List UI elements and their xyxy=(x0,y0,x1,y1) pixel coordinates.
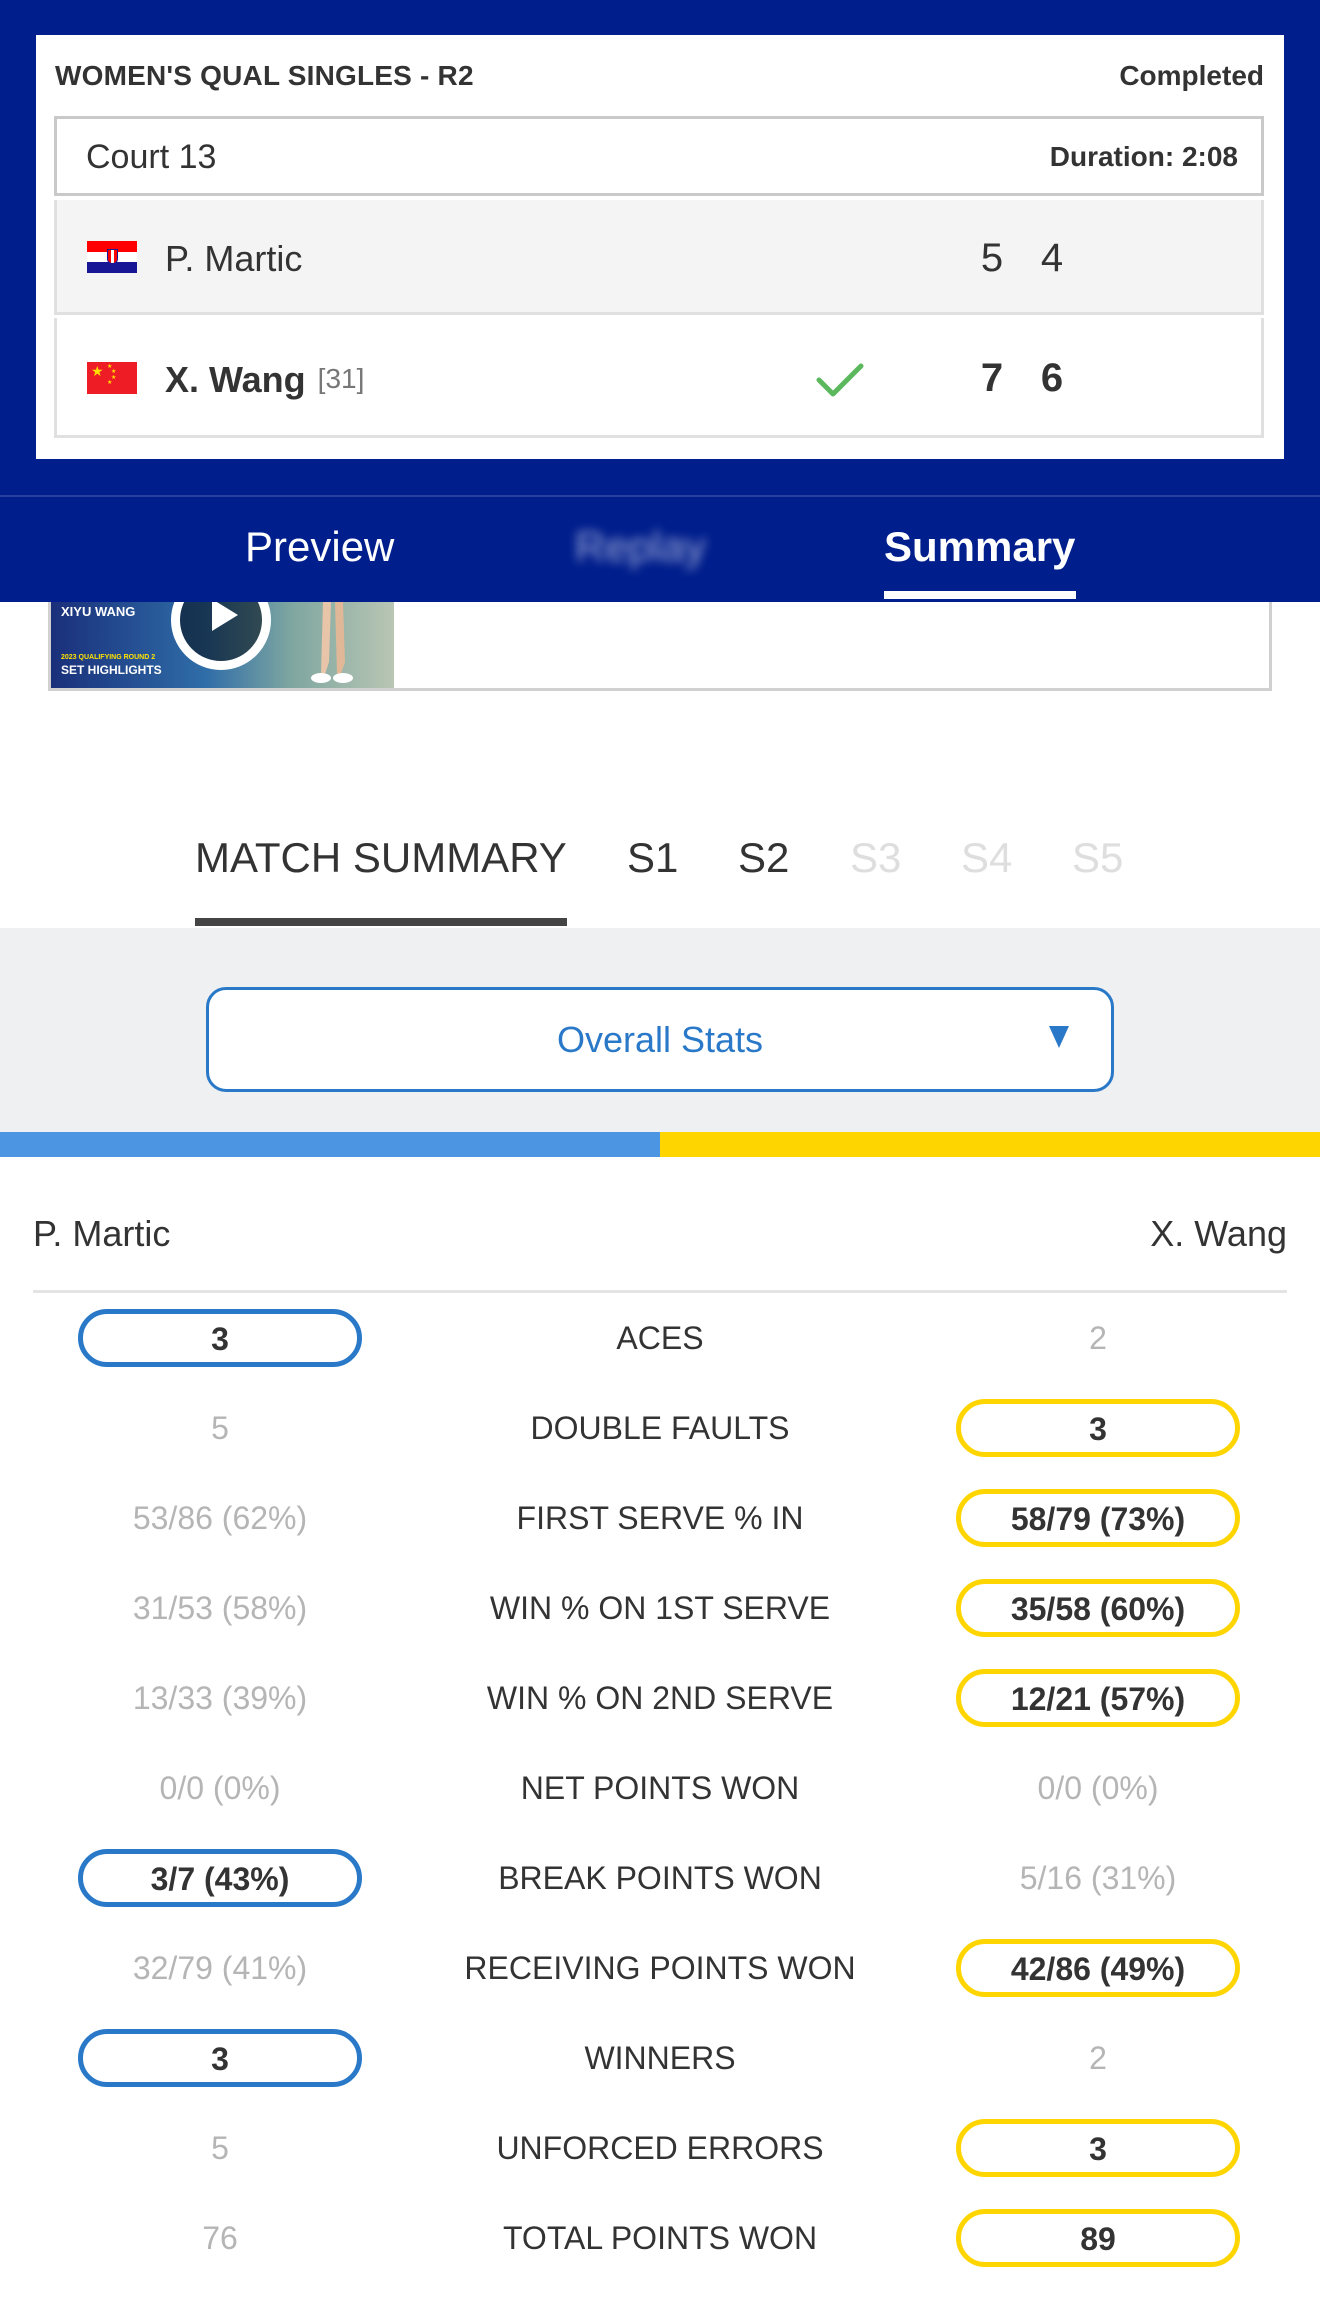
stat-label: ACES xyxy=(616,1320,704,1356)
tab-set-5: S5 xyxy=(1072,834,1124,881)
set-score: 5 xyxy=(980,236,1004,280)
video-highlight-card[interactable]: XIYU WANG 2023 QUALIFYING ROUND 2 SET HI… xyxy=(48,602,1272,691)
stat-row: 53/86 (62%) FIRST SERVE % IN 58/79 (73%) xyxy=(0,1473,1320,1563)
croatia-flag-icon xyxy=(87,241,137,273)
round-title: WOMEN'S QUAL SINGLES - R2 xyxy=(55,60,474,91)
stat-row: 32/79 (41%) RECEIVING POINTS WON 42/86 (49… xyxy=(0,1923,1320,2013)
stat-row: 3 WINNERS 2 xyxy=(0,2013,1320,2103)
stat-row: 5 DOUBLE FAULTS 3 xyxy=(0,1383,1320,1473)
stat-row: 76 TOTAL POINTS WON 89 xyxy=(0,2193,1320,2283)
scoreboard-card[interactable]: WOMEN'S QUAL SINGLES - R2 Completed Cour… xyxy=(36,35,1284,459)
stat-value-p1: 32/79 (41%) xyxy=(132,1950,308,1986)
court-name: Court 13 xyxy=(86,138,217,176)
stats-player1-name: P. Martic xyxy=(33,1213,171,1254)
tab-set-2[interactable]: S2 xyxy=(738,834,789,882)
stat-value-p1: 31/53 (58%) xyxy=(132,1590,308,1626)
stat-value-p2: 12/21 (57%) xyxy=(956,1669,1240,1727)
stat-value-p1: 76 xyxy=(202,2220,238,2256)
stat-value-p1: 5 xyxy=(211,2130,229,2166)
play-icon[interactable] xyxy=(171,602,271,670)
stat-label: TOTAL POINTS WON xyxy=(502,2220,818,2256)
stats-player2-name: X. Wang xyxy=(1150,1213,1287,1254)
stat-row: 13/33 (39%) WIN % ON 2ND SERVE 12/21 (57%) xyxy=(0,1653,1320,1743)
tab-set-4: S4 xyxy=(961,834,1013,881)
player-row-p2: ★ ★ ★ ★ ★ X. Wang [31] 7 6 xyxy=(54,318,1264,438)
stat-label: FIRST SERVE % IN xyxy=(516,1500,804,1536)
summary-set-tabs: MATCH SUMMARY S1 S2 S3 S4 S5 xyxy=(0,808,1320,928)
video-thumbnail[interactable]: XIYU WANG 2023 QUALIFYING ROUND 2 SET HI… xyxy=(51,602,394,688)
stat-label: WIN % ON 1ST SERVE xyxy=(489,1590,831,1626)
stat-label: WIN % ON 2ND SERVE xyxy=(486,1680,834,1716)
stat-row: 3 ACES 2 xyxy=(0,1293,1320,1383)
stat-value-p1: 0/0 (0%) xyxy=(159,1770,281,1806)
stat-value-p2: 3 xyxy=(956,1399,1240,1457)
set-score: 6 xyxy=(1040,356,1064,400)
tab-set-3: S3 xyxy=(850,834,902,881)
player-seed: [31] xyxy=(317,363,365,394)
tab-summary[interactable]: Summary xyxy=(884,523,1075,571)
stat-value-p2: 35/58 (60%) xyxy=(956,1579,1240,1637)
match-duration: Duration: 2:08 xyxy=(1049,141,1238,172)
match-tabs: Preview Replay Summary xyxy=(0,495,1320,602)
tab-set-1[interactable]: S1 xyxy=(627,834,678,882)
stat-value-p2: 42/86 (49%) xyxy=(956,1939,1240,1997)
stat-value-p2: 5/16 (31%) xyxy=(1019,1860,1177,1896)
china-flag-icon: ★ ★ ★ ★ ★ xyxy=(87,362,137,394)
stat-value-p2: 2 xyxy=(1089,1320,1107,1356)
active-summary-tab-indicator xyxy=(195,918,567,926)
active-tab-indicator xyxy=(884,591,1076,599)
player-name: P. Martic xyxy=(165,238,303,279)
player-row-p1: P. Martic 5 4 xyxy=(54,200,1264,315)
thumbnail-tag: SET HIGHLIGHTS xyxy=(61,663,162,677)
stats-filter-dropdown[interactable]: Overall Stats xyxy=(206,987,1114,1092)
p2-color-bar xyxy=(660,1132,1320,1157)
winner-check-icon xyxy=(816,363,864,397)
stat-value-p2: 89 xyxy=(956,2209,1240,2267)
player-legs-image xyxy=(311,602,353,683)
player-name: X. Wang [31] xyxy=(165,359,365,400)
tab-replay[interactable]: Replay xyxy=(575,523,706,571)
tab-preview[interactable]: Preview xyxy=(245,523,394,571)
thumbnail-player-name: XIYU WANG xyxy=(61,604,136,619)
thumbnail-subtitle: 2023 QUALIFYING ROUND 2 xyxy=(61,654,156,661)
stat-value-p1: 3 xyxy=(78,1309,362,1367)
stat-value-p2: 0/0 (0%) xyxy=(1037,1770,1159,1806)
stat-value-p2: 58/79 (73%) xyxy=(956,1489,1240,1547)
stat-value-p2: 3 xyxy=(956,2119,1240,2177)
stat-row: 0/0 (0%) NET POINTS WON 0/0 (0%) xyxy=(0,1743,1320,1833)
stats-header: P. Martic X. Wang xyxy=(33,1157,1287,1293)
tab-match-summary[interactable]: MATCH SUMMARY xyxy=(195,834,567,882)
dropdown-selected: Overall Stats xyxy=(556,1019,764,1060)
player-color-bar xyxy=(0,1132,1320,1157)
stat-value-p1: 3 xyxy=(78,2029,362,2087)
court-info: Court 13 Duration: 2:08 xyxy=(54,116,1264,196)
stat-value-p2: 2 xyxy=(1089,2040,1107,2076)
stat-label: UNFORCED ERRORS xyxy=(496,2130,824,2166)
stat-value-p1: 5 xyxy=(211,1410,229,1446)
set-score: 4 xyxy=(1040,236,1064,280)
match-status: Completed xyxy=(1119,60,1264,91)
chevron-down-icon xyxy=(1049,1026,1069,1048)
stat-label: RECEIVING POINTS WON xyxy=(464,1950,856,1986)
stat-value-p1: 13/33 (39%) xyxy=(132,1680,308,1716)
stat-label: NET POINTS WON xyxy=(520,1770,800,1806)
stat-label: BREAK POINTS WON xyxy=(498,1860,822,1896)
stat-label: WINNERS xyxy=(584,2040,736,2076)
stat-label: DOUBLE FAULTS xyxy=(530,1410,790,1446)
stat-row: 3/7 (43%) BREAK POINTS WON 5/16 (31%) xyxy=(0,1833,1320,1923)
p1-color-bar xyxy=(0,1132,660,1157)
stat-value-p1: 53/86 (62%) xyxy=(132,1500,308,1536)
stat-row: 5 UNFORCED ERRORS 3 xyxy=(0,2103,1320,2193)
stat-row: 31/53 (58%) WIN % ON 1ST SERVE 35/58 (60%) xyxy=(0,1563,1320,1653)
stats-filter-area: Overall Stats xyxy=(0,928,1320,1132)
stat-value-p1: 3/7 (43%) xyxy=(78,1849,362,1907)
set-score: 7 xyxy=(980,356,1004,400)
